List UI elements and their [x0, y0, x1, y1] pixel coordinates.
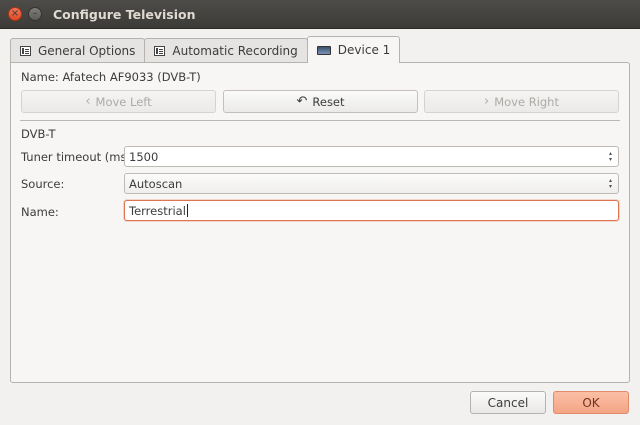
move-right-button[interactable]: › Move Right: [424, 90, 619, 113]
device-name: Name: Afatech AF9033 (DVB-T): [21, 70, 201, 84]
source-select[interactable]: Autoscan ▴ ▾: [124, 173, 619, 194]
chevron-right-icon: ›: [484, 94, 490, 109]
reset-label: Reset: [312, 94, 345, 109]
name-value: Terrestrial: [129, 203, 186, 218]
window-title: Configure Television: [53, 6, 196, 22]
source-value: Autoscan: [129, 176, 183, 191]
tab-automatic-recording[interactable]: Automatic Recording: [144, 38, 308, 62]
spin-buttons[interactable]: ▴ ▾: [605, 149, 616, 164]
combo-arrows: ▴ ▾: [605, 176, 616, 191]
tab-panel: Name: Afatech AF9033 (DVB-T) ‹ Move Left…: [10, 62, 630, 383]
tuner-timeout-spinbox[interactable]: 1500 ▴ ▾: [124, 146, 619, 167]
list-icon: [154, 45, 166, 56]
reset-button[interactable]: ↶ Reset: [223, 90, 418, 113]
tuner-timeout-label: Tuner timeout (ms):: [21, 150, 135, 164]
list-icon: [20, 45, 31, 56]
ok-button[interactable]: OK: [553, 391, 629, 414]
text-caret: [186, 204, 188, 217]
tab-device-1[interactable]: Device 1: [306, 36, 401, 63]
cancel-button[interactable]: Cancel: [470, 391, 546, 414]
tab-label: Automatic Recording: [172, 43, 298, 58]
move-right-label: Move Right: [494, 94, 559, 109]
group-label: DVB-T: [21, 127, 56, 141]
spin-down-icon: ▾: [608, 155, 612, 163]
tuner-timeout-value: 1500: [129, 149, 159, 164]
name-label: Name:: [21, 205, 59, 219]
tab-bar: General Options Automatic Recording Devi…: [10, 36, 401, 63]
move-left-label: Move Left: [95, 94, 152, 109]
tab-general-options[interactable]: General Options: [10, 38, 146, 62]
source-label: Source:: [21, 177, 65, 191]
minimize-window-button[interactable]: –: [28, 7, 42, 21]
minimize-icon: –: [32, 8, 38, 19]
tab-label: General Options: [38, 43, 136, 58]
separator: [20, 120, 620, 121]
name-input[interactable]: Terrestrial: [124, 200, 619, 221]
move-left-button[interactable]: ‹ Move Left: [21, 90, 216, 113]
close-window-button[interactable]: ×: [8, 7, 22, 21]
undo-icon: ↶: [296, 94, 308, 109]
ok-label: OK: [582, 395, 600, 410]
chevron-left-icon: ‹: [85, 94, 91, 109]
cancel-label: Cancel: [487, 395, 529, 410]
close-icon: ×: [10, 8, 20, 19]
title-bar: × – Configure Television: [0, 0, 640, 29]
tv-icon: [316, 45, 331, 55]
tab-label: Device 1: [337, 43, 391, 57]
arrow-down-icon: ▾: [608, 182, 612, 190]
